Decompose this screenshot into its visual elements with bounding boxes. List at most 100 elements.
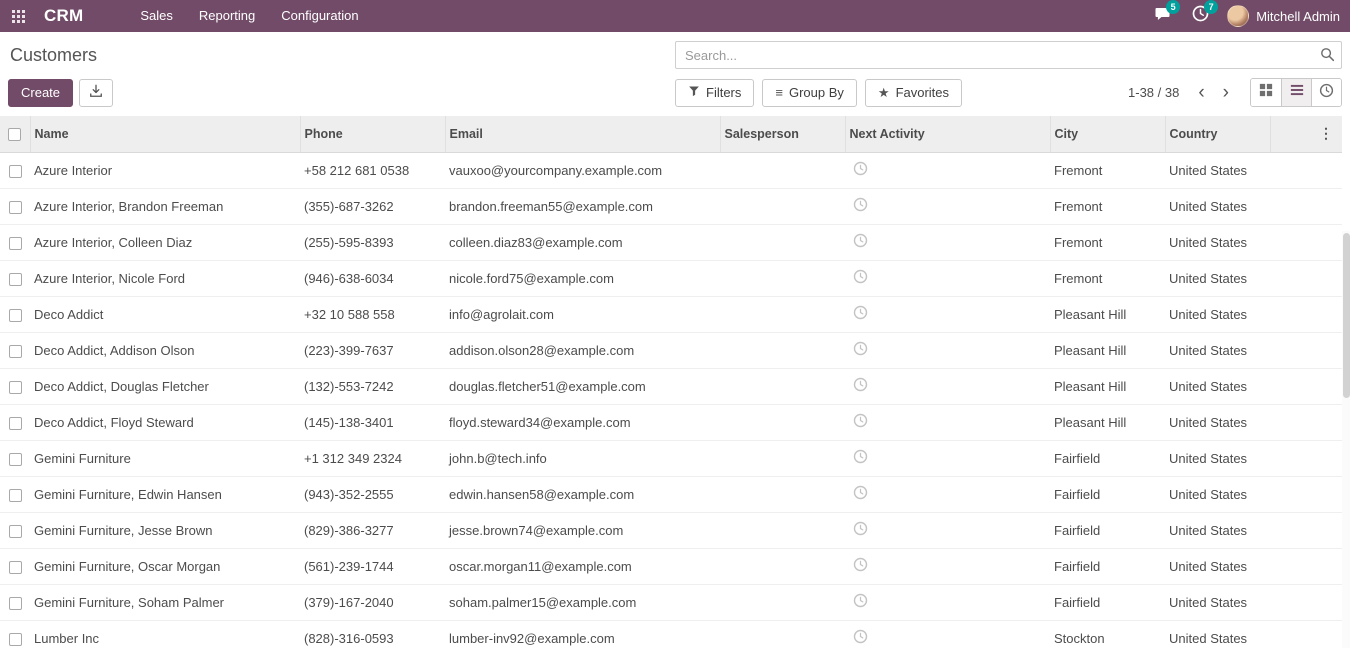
pager-next-button[interactable]: › [1216, 83, 1236, 102]
cell-city[interactable]: Pleasant Hill [1050, 368, 1165, 404]
cell-phone[interactable]: (132)-553-7242 [300, 368, 445, 404]
cell-country[interactable]: United States [1165, 188, 1270, 224]
cell-name[interactable]: Azure Interior [30, 152, 300, 188]
cell-phone[interactable]: +1 312 349 2324 [300, 440, 445, 476]
cell-name[interactable]: Deco Addict, Floyd Steward [30, 404, 300, 440]
table-row[interactable]: Gemini Furniture, Edwin Hansen(943)-352-… [0, 476, 1342, 512]
activity-clock-icon[interactable] [853, 557, 868, 572]
cell-phone[interactable]: (379)-167-2040 [300, 584, 445, 620]
row-checkbox[interactable] [9, 273, 22, 286]
cell-name[interactable]: Azure Interior, Colleen Diaz [30, 224, 300, 260]
cell-country[interactable]: United States [1165, 584, 1270, 620]
cell-name[interactable]: Azure Interior, Nicole Ford [30, 260, 300, 296]
table-row[interactable]: Deco Addict, Floyd Steward(145)-138-3401… [0, 404, 1342, 440]
table-row[interactable]: Deco Addict, Douglas Fletcher(132)-553-7… [0, 368, 1342, 404]
cell-city[interactable]: Fairfield [1050, 512, 1165, 548]
column-header-country[interactable]: Country [1165, 116, 1270, 152]
cell-next-activity[interactable] [845, 152, 1050, 188]
cell-salesperson[interactable] [720, 332, 845, 368]
cell-phone[interactable]: (355)-687-3262 [300, 188, 445, 224]
activity-clock-icon[interactable] [853, 449, 868, 464]
activity-clock-icon[interactable] [853, 413, 868, 428]
column-header-phone[interactable]: Phone [300, 116, 445, 152]
scrollbar-thumb[interactable] [1343, 233, 1350, 398]
cell-country[interactable]: United States [1165, 512, 1270, 548]
activity-clock-icon[interactable] [853, 161, 868, 176]
cell-phone[interactable]: (828)-316-0593 [300, 620, 445, 648]
column-header-name[interactable]: Name [30, 116, 300, 152]
cell-city[interactable]: Fremont [1050, 188, 1165, 224]
row-checkbox[interactable] [9, 345, 22, 358]
optional-columns-toggle[interactable]: ⋮ [1319, 125, 1333, 141]
cell-phone[interactable]: (255)-595-8393 [300, 224, 445, 260]
cell-salesperson[interactable] [720, 548, 845, 584]
cell-next-activity[interactable] [845, 404, 1050, 440]
cell-phone[interactable]: (943)-352-2555 [300, 476, 445, 512]
cell-country[interactable]: United States [1165, 368, 1270, 404]
cell-next-activity[interactable] [845, 620, 1050, 648]
cell-country[interactable]: United States [1165, 548, 1270, 584]
cell-country[interactable]: United States [1165, 296, 1270, 332]
cell-city[interactable]: Fairfield [1050, 440, 1165, 476]
cell-salesperson[interactable] [720, 224, 845, 260]
activity-clock-icon[interactable] [853, 521, 868, 536]
activity-clock-icon[interactable] [853, 233, 868, 248]
cell-salesperson[interactable] [720, 512, 845, 548]
cell-email[interactable]: addison.olson28@example.com [445, 332, 720, 368]
cell-name[interactable]: Gemini Furniture [30, 440, 300, 476]
cell-city[interactable]: Fremont [1050, 152, 1165, 188]
cell-phone[interactable]: (145)-138-3401 [300, 404, 445, 440]
table-row[interactable]: Gemini Furniture+1 312 349 2324john.b@te… [0, 440, 1342, 476]
table-row[interactable]: Deco Addict+32 10 588 558info@agrolait.c… [0, 296, 1342, 332]
activity-clock-icon[interactable] [853, 305, 868, 320]
row-checkbox[interactable] [9, 489, 22, 502]
cell-email[interactable]: colleen.diaz83@example.com [445, 224, 720, 260]
apps-menu-button[interactable] [0, 0, 36, 32]
cell-salesperson[interactable] [720, 476, 845, 512]
messages-button[interactable]: 5 [1151, 6, 1173, 26]
create-button[interactable]: Create [8, 79, 73, 107]
cell-salesperson[interactable] [720, 404, 845, 440]
table-row[interactable]: Gemini Furniture, Soham Palmer(379)-167-… [0, 584, 1342, 620]
activity-clock-icon[interactable] [853, 341, 868, 356]
cell-city[interactable]: Fairfield [1050, 548, 1165, 584]
cell-email[interactable]: nicole.ford75@example.com [445, 260, 720, 296]
cell-name[interactable]: Deco Addict, Douglas Fletcher [30, 368, 300, 404]
cell-city[interactable]: Fremont [1050, 260, 1165, 296]
cell-country[interactable]: United States [1165, 620, 1270, 648]
cell-next-activity[interactable] [845, 548, 1050, 584]
cell-next-activity[interactable] [845, 368, 1050, 404]
cell-salesperson[interactable] [720, 260, 845, 296]
cell-next-activity[interactable] [845, 224, 1050, 260]
cell-salesperson[interactable] [720, 584, 845, 620]
cell-next-activity[interactable] [845, 476, 1050, 512]
breadcrumb[interactable]: Customers [8, 45, 97, 66]
activity-view-button[interactable] [1311, 79, 1341, 106]
cell-salesperson[interactable] [720, 296, 845, 332]
row-checkbox[interactable] [9, 237, 22, 250]
cell-name[interactable]: Gemini Furniture, Oscar Morgan [30, 548, 300, 584]
table-row[interactable]: Azure Interior, Brandon Freeman(355)-687… [0, 188, 1342, 224]
cell-email[interactable]: floyd.steward34@example.com [445, 404, 720, 440]
cell-city[interactable]: Stockton [1050, 620, 1165, 648]
activity-clock-icon[interactable] [853, 593, 868, 608]
cell-salesperson[interactable] [720, 188, 845, 224]
cell-email[interactable]: soham.palmer15@example.com [445, 584, 720, 620]
cell-next-activity[interactable] [845, 296, 1050, 332]
row-checkbox[interactable] [9, 201, 22, 214]
cell-country[interactable]: United States [1165, 332, 1270, 368]
cell-name[interactable]: Lumber Inc [30, 620, 300, 648]
cell-email[interactable]: lumber-inv92@example.com [445, 620, 720, 648]
cell-email[interactable]: douglas.fletcher51@example.com [445, 368, 720, 404]
cell-name[interactable]: Gemini Furniture, Edwin Hansen [30, 476, 300, 512]
cell-next-activity[interactable] [845, 440, 1050, 476]
table-row[interactable]: Gemini Furniture, Oscar Morgan(561)-239-… [0, 548, 1342, 584]
cell-email[interactable]: jesse.brown74@example.com [445, 512, 720, 548]
cell-name[interactable]: Azure Interior, Brandon Freeman [30, 188, 300, 224]
select-all-checkbox[interactable] [8, 128, 21, 141]
cell-salesperson[interactable] [720, 620, 845, 648]
favorites-button[interactable]: ★ Favorites [865, 79, 962, 107]
cell-phone[interactable]: +32 10 588 558 [300, 296, 445, 332]
cell-email[interactable]: oscar.morgan11@example.com [445, 548, 720, 584]
row-checkbox[interactable] [9, 525, 22, 538]
